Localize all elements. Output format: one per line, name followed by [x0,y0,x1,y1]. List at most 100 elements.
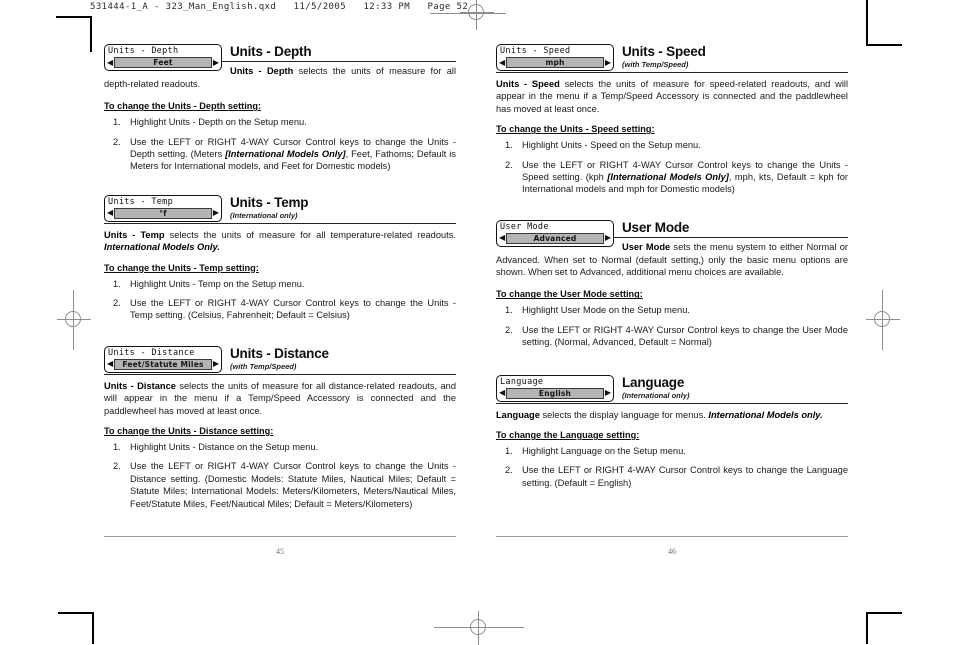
crop-mark-top-right-v [866,0,868,46]
step-text: Highlight Units - Speed on the Setup men… [522,140,701,151]
step-number: 2. [113,298,121,309]
lcd-value: mph [506,57,604,68]
step-text-pre: Use the LEFT or RIGHT 4-WAY Cursor Contr… [130,298,456,321]
step-item: 1. Highlight Units - Temp on the Setup me… [104,278,456,290]
crop-mark-bottom-right-h [866,612,902,614]
lcd-title: Units - Depth [108,46,179,56]
lcd-value: Advanced [506,232,604,244]
footer-rule [496,536,848,537]
step-item: 2. Use the LEFT or RIGHT 4-WAY Cursor Con… [496,324,848,349]
step-number: 2. [505,159,513,170]
section-header: Language ◀ English ▶ Language (Internati… [496,374,848,409]
lcd-value: °f [114,207,212,219]
lcd-value: Feet [114,57,212,68]
left-arrow-icon: ◀ [107,208,114,218]
section-body: Units - Temp selects the units of measur… [104,229,456,254]
step-item: 2. Use the LEFT or RIGHT 4-WAY Cursor Con… [496,464,848,489]
lcd-menu-graphic-units-speed: Units - Speed ◀ mph ▶ [496,44,614,71]
lcd-menu-graphic-language: Language ◀ English ▶ [496,374,614,402]
steps-list: 1. Highlight Units - Temp on the Setup me… [104,278,456,322]
steps-list: 1. Highlight User Mode on the Setup menu.… [496,304,848,348]
step-text: Highlight Language on the Setup menu. [522,446,686,457]
section-units-speed: Units - Speed ◀ mph ▶ Units - Speed (wit… [496,44,848,196]
step-text-pre: Use the LEFT or RIGHT 4-WAY Cursor Contr… [522,324,848,348]
right-arrow-icon: ▶ [604,233,611,243]
print-slug-text: 531444-1_A - 323_Man_English.qxd 11/5/20… [90,2,469,12]
reg-circle [874,311,890,327]
body-emphasis: International Models only. [708,409,823,420]
step-item: 2. Use the LEFT or RIGHT 4-WAY Cursor Con… [104,136,456,173]
page-footer-left: 45 [104,536,456,556]
section-units-temp: Units - Temp ◀ °f ▶ Units - Temp (Intern… [104,194,456,322]
body-lead: User Mode [622,242,671,253]
steps-list: 1. Highlight Units - Distance on the Setu… [104,441,456,510]
page-footer-right: 46 [496,536,848,556]
crop-mark-bottom-left-h [58,612,94,614]
section-header: Units - Depth ◀ Feet ▶ Units - Depth Uni… [104,44,456,92]
lcd-title: Language [500,376,544,387]
lcd-title: User Mode [500,221,549,232]
page-number: 45 [276,547,284,556]
lcd-menu-graphic-user-mode: User Mode ◀ Advanced ▶ [496,219,614,247]
body-lead: Language [496,409,540,420]
step-text-emphasis: [International Models Only] [225,149,346,160]
lcd-menu-graphic-units-distance: Units - Distance ◀ Feet/Statute Miles ▶ [104,345,222,373]
body-lead: Units - Depth [230,66,294,77]
step-text: Highlight Units - Depth on the Setup men… [130,117,307,128]
howto-heading: To change the Units - Distance setting: [104,426,274,437]
section-header: Units - Temp ◀ °f ▶ Units - Temp (Intern… [104,194,456,229]
step-item: 1. Highlight Units - Speed on the Setup m… [496,139,848,151]
page-left: Units - Depth ◀ Feet ▶ Units - Depth Uni… [104,44,456,517]
step-number: 2. [505,324,513,335]
right-arrow-icon: ▶ [604,388,611,398]
lcd-title: Units - Speed [500,46,571,56]
page-number: 46 [668,547,676,556]
lcd-value-row: ◀ Feet/Statute Miles ▶ [107,358,219,370]
step-number: 1. [113,117,121,128]
crop-mark-top-left-h [56,16,92,18]
howto-heading: To change the Units - Depth setting: [104,101,262,112]
right-arrow-icon: ▶ [212,208,219,218]
step-number: 1. [505,140,513,151]
right-arrow-icon: ▶ [212,57,219,67]
section-language: Language ◀ English ▶ Language (Internati… [496,374,848,490]
registration-mark-bottom-center [434,611,524,645]
step-text: Highlight Units - Temp on the Setup menu… [130,278,305,289]
step-item: 1. Highlight Language on the Setup menu. [496,445,848,457]
left-arrow-icon: ◀ [499,233,506,243]
lcd-value-row: ◀ °f ▶ [107,207,219,219]
crop-mark-top-right-h [866,44,902,46]
section-header: Units - Distance ◀ Feet/Statute Miles ▶ … [104,345,456,380]
section-rule [496,72,848,74]
lcd-title: Units - Distance [108,347,195,358]
step-number: 1. [505,446,513,457]
body-lead: Units - Speed [496,79,560,89]
section-rule [104,373,456,376]
footer-rule [104,536,456,537]
body-rest: selects the display language for menus. [539,409,709,420]
steps-list: 1. Highlight Language on the Setup menu. … [496,445,848,489]
step-text-pre: Use the LEFT or RIGHT 4-WAY Cursor Contr… [522,465,848,488]
registration-mark-left [57,290,91,350]
left-arrow-icon: ◀ [107,57,114,67]
lcd-title: Units - Temp [108,196,174,207]
left-arrow-icon: ◀ [107,359,114,369]
step-item: 1. Highlight Units - Depth on the Setup m… [104,116,456,128]
right-arrow-icon: ▶ [212,359,219,369]
lcd-menu-graphic-units-depth: Units - Depth ◀ Feet ▶ [104,44,222,71]
print-slug-rule [430,13,506,14]
lcd-menu-graphic-units-temp: Units - Temp ◀ °f ▶ [104,194,222,222]
howto-heading: To change the Units - Temp setting: [104,262,259,273]
howto-heading: To change the Units - Speed setting: [496,124,655,135]
lcd-value: English [506,387,604,399]
reg-circle [470,619,486,635]
step-item: 2. Use the LEFT or RIGHT 4-WAY Cursor Con… [496,159,848,196]
step-text: Highlight User Mode on the Setup menu. [522,305,690,316]
lcd-value-row: ◀ Advanced ▶ [499,232,611,244]
step-number: 1. [113,278,121,289]
step-text-emphasis: [International Models Only] [607,172,729,183]
section-user-mode: User Mode ◀ Advanced ▶ User Mode User Mo… [496,219,848,349]
steps-list: 1. Highlight Units - Depth on the Setup m… [104,116,456,173]
howto-heading: To change the User Mode setting: [496,289,643,300]
body-emphasis: International Models Only. [104,242,220,253]
